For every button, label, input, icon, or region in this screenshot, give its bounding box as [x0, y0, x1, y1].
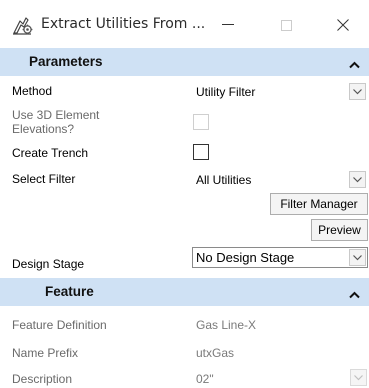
- chevron-down-icon[interactable]: [349, 171, 366, 188]
- utility-settings-icon: [11, 14, 33, 36]
- minimize-button[interactable]: [205, 0, 251, 50]
- method-label: Method: [12, 84, 53, 98]
- feature-definition-label: Feature Definition: [12, 318, 107, 332]
- use-3d-checkbox: [193, 114, 209, 130]
- feature-header-label: Feature: [45, 284, 94, 299]
- design-stage-label: Design Stage: [12, 257, 85, 271]
- feature-section-header[interactable]: Feature: [0, 278, 369, 306]
- description-value: 02": [196, 372, 214, 386]
- name-prefix-label: Name Prefix: [12, 346, 79, 360]
- window-title: Extract Utilities From ...: [41, 16, 206, 32]
- description-dropdown: [348, 368, 368, 388]
- close-button[interactable]: [320, 0, 366, 50]
- maximize-icon: [280, 19, 292, 31]
- collapse-chevron-icon[interactable]: [349, 57, 360, 72]
- select-filter-value: All Utilities: [196, 173, 252, 187]
- parameters-header-label: Parameters: [29, 54, 103, 69]
- design-stage-value: No Design Stage: [196, 250, 295, 265]
- parameters-section-header[interactable]: Parameters: [0, 48, 369, 76]
- preview-button[interactable]: Preview: [311, 219, 368, 241]
- feature-definition-value: Gas Line-X: [196, 318, 257, 332]
- chevron-down-icon[interactable]: [349, 83, 366, 100]
- maximize-button: [263, 0, 309, 50]
- select-filter-dropdown[interactable]: All Utilities: [192, 169, 368, 190]
- filter-manager-button[interactable]: Filter Manager: [270, 193, 368, 215]
- design-stage-dropdown[interactable]: No Design Stage: [192, 247, 368, 268]
- close-icon: [337, 19, 349, 31]
- name-prefix-value: utxGas: [196, 346, 235, 360]
- method-value: Utility Filter: [196, 85, 256, 99]
- title-bar[interactable]: Extract Utilities From ...: [0, 0, 369, 50]
- create-trench-checkbox[interactable]: [193, 144, 209, 160]
- use-3d-label-line2: Elevations?: [12, 122, 75, 136]
- chevron-down-icon: [350, 369, 367, 386]
- select-filter-label: Select Filter: [12, 172, 76, 186]
- collapse-chevron-icon[interactable]: [349, 287, 360, 302]
- create-trench-label: Create Trench: [12, 146, 89, 160]
- minimize-icon: [222, 24, 234, 25]
- use-3d-label-line1: Use 3D Element: [12, 108, 100, 122]
- chevron-down-icon[interactable]: [349, 249, 366, 266]
- method-dropdown[interactable]: Utility Filter: [192, 81, 368, 102]
- description-label: Description: [12, 372, 73, 386]
